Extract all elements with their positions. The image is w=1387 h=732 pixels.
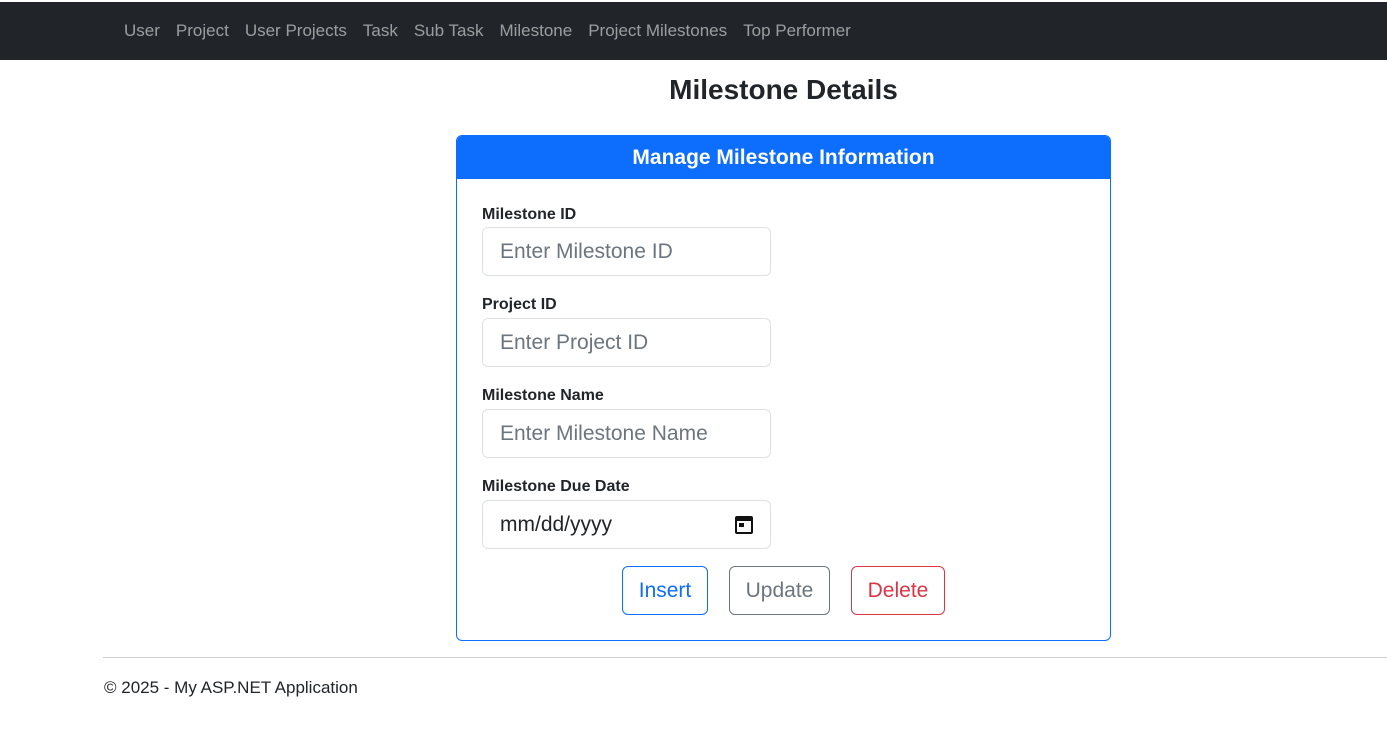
- update-button[interactable]: Update: [729, 566, 830, 615]
- nav-link-project-milestones[interactable]: Project Milestones: [580, 21, 735, 41]
- project-id-input[interactable]: [482, 318, 771, 367]
- nav-links: User Project User Projects Task Sub Task…: [116, 2, 859, 60]
- calendar-icon[interactable]: [735, 515, 753, 534]
- top-navbar: User Project User Projects Task Sub Task…: [0, 2, 1387, 60]
- footer-copyright: © 2025 - My ASP.NET Application: [104, 678, 358, 697]
- insert-button[interactable]: Insert: [622, 566, 708, 615]
- nav-link-task[interactable]: Task: [355, 21, 406, 41]
- due-date-placeholder: mm/dd/yyyy: [500, 512, 613, 536]
- milestone-id-label: Milestone ID: [482, 206, 577, 223]
- nav-link-sub-task[interactable]: Sub Task: [406, 21, 492, 41]
- nav-link-user-projects[interactable]: User Projects: [237, 21, 355, 41]
- nav-link-milestone[interactable]: Milestone: [491, 21, 580, 41]
- milestone-id-input[interactable]: [482, 227, 771, 276]
- footer-divider: [103, 657, 1387, 658]
- nav-link-user[interactable]: User: [116, 21, 168, 41]
- milestone-form-card: Manage Milestone Information Milestone I…: [456, 135, 1111, 641]
- milestone-name-label: Milestone Name: [482, 387, 604, 404]
- nav-link-project[interactable]: Project: [168, 21, 237, 41]
- card-header: Manage Milestone Information: [457, 136, 1110, 179]
- milestone-name-input[interactable]: [482, 409, 771, 458]
- nav-link-top-performer[interactable]: Top Performer: [735, 21, 859, 41]
- due-date-label: Milestone Due Date: [482, 478, 630, 495]
- page-title: Milestone Details: [669, 74, 898, 105]
- due-date-input[interactable]: mm/dd/yyyy: [482, 500, 771, 549]
- delete-button[interactable]: Delete: [851, 566, 945, 615]
- project-id-label: Project ID: [482, 296, 557, 313]
